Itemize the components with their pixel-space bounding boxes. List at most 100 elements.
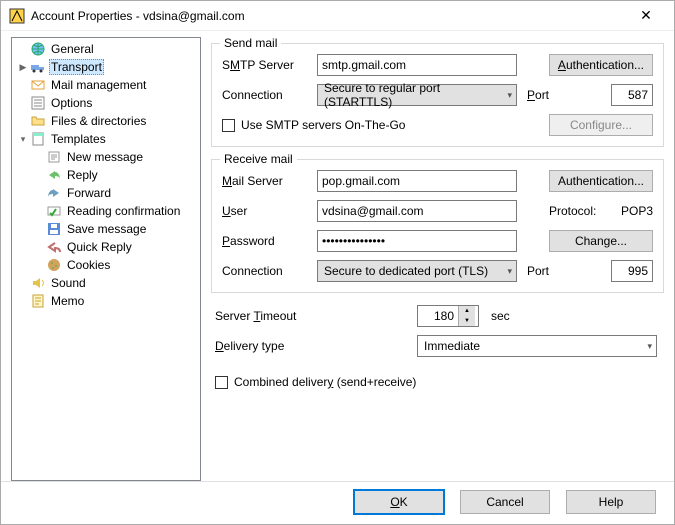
tree-item-quick-reply[interactable]: Quick Reply xyxy=(12,238,200,256)
delivery-type-select[interactable]: Immediate ▾ xyxy=(417,335,657,357)
sound-icon xyxy=(30,275,46,291)
titlebar: Account Properties - vdsina@gmail.com ✕ xyxy=(1,1,674,31)
tree-item-label: Save message xyxy=(65,222,148,236)
spin-up-icon[interactable]: ▲ xyxy=(459,306,475,316)
tree-item-label: Options xyxy=(49,96,94,110)
send-port-input[interactable] xyxy=(611,84,653,106)
tree-expander-icon xyxy=(16,42,30,56)
tree-expander-icon xyxy=(16,294,30,308)
tree-item-label: General xyxy=(49,42,96,56)
receive-mail-group: Receive mail Mail Server Authentication.… xyxy=(211,159,664,293)
ok-button[interactable]: OK xyxy=(354,490,444,514)
smtp-server-label: SMTP Server xyxy=(222,58,317,72)
chevron-down-icon: ▾ xyxy=(647,341,652,352)
recv-port-input[interactable] xyxy=(611,260,653,282)
send-connection-label: Connection xyxy=(222,88,317,102)
mail-server-label: Mail Server xyxy=(222,174,317,188)
mail-icon xyxy=(30,77,46,93)
app-icon xyxy=(9,8,25,24)
tree-item-label: Files & directories xyxy=(49,114,148,128)
mail-server-input[interactable] xyxy=(317,170,517,192)
tree-item-label: Memo xyxy=(49,294,86,308)
tree-item-label: Mail management xyxy=(49,78,148,92)
tree-expander-icon xyxy=(16,114,30,128)
newmsg-icon xyxy=(46,149,62,165)
forward-icon xyxy=(46,185,62,201)
delivery-type-label: Delivery type xyxy=(215,339,405,353)
user-label: User xyxy=(222,204,317,218)
tree-item-label: Transport xyxy=(49,59,104,75)
window-title: Account Properties - vdsina@gmail.com xyxy=(31,9,626,23)
truck-icon xyxy=(30,59,46,75)
tree-expander-icon[interactable]: ▾ xyxy=(16,132,30,146)
quickreply-icon xyxy=(46,239,62,255)
spin-down-icon[interactable]: ▼ xyxy=(459,316,475,326)
close-button[interactable]: ✕ xyxy=(626,2,666,30)
server-timeout-input[interactable] xyxy=(418,306,458,326)
combined-delivery-checkbox[interactable]: Combined delivery (send+receive) xyxy=(215,371,416,393)
server-timeout-label: Server Timeout xyxy=(215,309,405,323)
tree-item-save-message[interactable]: Save message xyxy=(12,220,200,238)
tree-item-forward[interactable]: Forward xyxy=(12,184,200,202)
protocol-label: Protocol: xyxy=(549,204,603,218)
readconf-icon xyxy=(46,203,62,219)
chevron-down-icon: ▾ xyxy=(507,266,512,277)
timeout-suffix: sec xyxy=(491,309,510,323)
password-label: Password xyxy=(222,234,317,248)
tree-item-reading-confirmation[interactable]: Reading confirmation xyxy=(12,202,200,220)
tree-item-label: Templates xyxy=(49,132,108,146)
tree-item-label: Quick Reply xyxy=(65,240,134,254)
recv-authentication-button[interactable]: Authentication... xyxy=(549,170,653,192)
cancel-button[interactable]: Cancel xyxy=(460,490,550,514)
list-icon xyxy=(30,95,46,111)
smtp-onthego-checkbox[interactable]: Use SMTP servers On-The-Go xyxy=(222,114,405,136)
password-input[interactable] xyxy=(317,230,517,252)
user-input[interactable] xyxy=(317,200,517,222)
change-button[interactable]: Change... xyxy=(549,230,653,252)
tree-item-reply[interactable]: Reply xyxy=(12,166,200,184)
cookies-icon xyxy=(46,257,62,273)
tree-expander-icon xyxy=(16,276,30,290)
recv-connection-select[interactable]: Secure to dedicated port (TLS) ▾ xyxy=(317,260,517,282)
send-authentication-button[interactable]: Authentication... xyxy=(549,54,653,76)
tree-item-new-message[interactable]: New message xyxy=(12,148,200,166)
tree-item-general[interactable]: General xyxy=(12,40,200,58)
server-timeout-spinner[interactable]: ▲▼ xyxy=(417,305,479,327)
smtp-server-input[interactable] xyxy=(317,54,517,76)
send-mail-group: Send mail SMTP Server Authentication... … xyxy=(211,43,664,147)
tree-item-label: Reply xyxy=(65,168,100,182)
tree-item-cookies[interactable]: Cookies xyxy=(12,256,200,274)
tree-item-label: Sound xyxy=(49,276,88,290)
form-panel: Send mail SMTP Server Authentication... … xyxy=(201,37,664,481)
tree-item-transport[interactable]: ▶ Transport xyxy=(12,58,200,76)
protocol-value: POP3 xyxy=(611,204,653,218)
tree-item-files-directories[interactable]: Files & directories xyxy=(12,112,200,130)
reply-icon xyxy=(46,167,62,183)
send-mail-legend: Send mail xyxy=(220,36,281,50)
tree-item-label: Cookies xyxy=(65,258,112,272)
tree-item-options[interactable]: Options xyxy=(12,94,200,112)
template-icon xyxy=(30,131,46,147)
send-port-label: Port xyxy=(527,88,549,102)
chevron-down-icon: ▾ xyxy=(507,90,512,101)
recv-port-label: Port xyxy=(527,264,549,278)
tree-expander-icon xyxy=(16,96,30,110)
tree-item-label: Reading confirmation xyxy=(65,204,182,218)
tree-item-templates[interactable]: ▾ Templates xyxy=(12,130,200,148)
tree-item-memo[interactable]: Memo xyxy=(12,292,200,310)
help-button[interactable]: Help xyxy=(566,490,656,514)
tree-expander-icon xyxy=(16,78,30,92)
tree-item-label: Forward xyxy=(65,186,113,200)
globe-icon xyxy=(30,41,46,57)
nav-tree[interactable]: General ▶ Transport Mail management Options F… xyxy=(11,37,201,481)
memo-icon xyxy=(30,293,46,309)
recv-connection-label: Connection xyxy=(222,264,317,278)
tree-item-mail-management[interactable]: Mail management xyxy=(12,76,200,94)
receive-mail-legend: Receive mail xyxy=(220,152,297,166)
send-connection-select[interactable]: Secure to regular port (STARTTLS) ▾ xyxy=(317,84,517,106)
tree-expander-icon[interactable]: ▶ xyxy=(16,60,30,74)
configure-button: Configure... xyxy=(549,114,653,136)
tree-item-sound[interactable]: Sound xyxy=(12,274,200,292)
save-icon xyxy=(46,221,62,237)
folder-icon xyxy=(30,113,46,129)
